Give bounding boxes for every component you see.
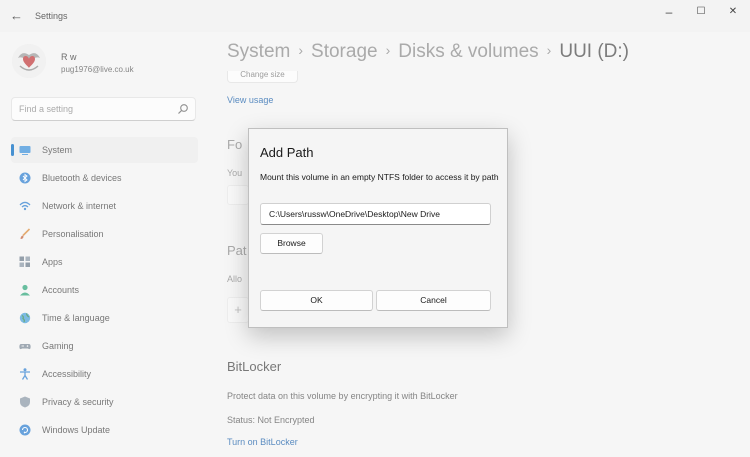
title-bar: ← Settings – ☐ ✕ [0,0,750,32]
dialog-description: Mount this volume in an empty NTFS folde… [260,172,499,182]
app-title: Settings [35,11,68,21]
back-arrow-icon[interactable]: ← [10,9,26,23]
path-input[interactable] [260,203,491,225]
settings-window: ← Settings – ☐ ✕ R w pug1976@live.co.uk … [0,0,750,457]
browse-button[interactable]: Browse [260,233,323,254]
maximize-button[interactable]: ☐ [688,4,714,20]
ok-button[interactable]: OK [260,290,373,311]
close-button[interactable]: ✕ [720,4,746,20]
add-path-dialog: Add Path Mount this volume in an empty N… [248,128,508,328]
minimize-button[interactable]: – [656,4,682,20]
dialog-title: Add Path [260,145,314,160]
cancel-button[interactable]: Cancel [376,290,491,311]
